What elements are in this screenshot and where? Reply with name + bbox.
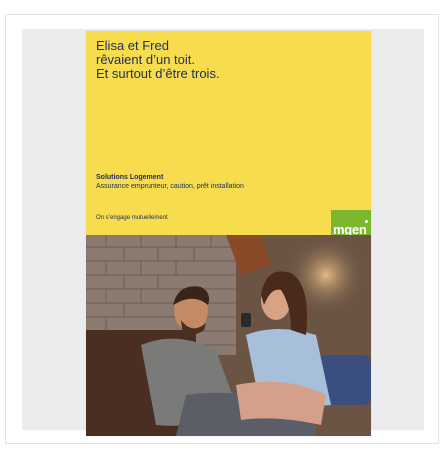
photo-illustration <box>86 235 371 436</box>
headline-line-3: Et surtout d’être trois. <box>96 66 220 81</box>
solutions-title: Solutions Logement <box>96 174 164 181</box>
logo-dot-icon <box>365 220 368 223</box>
solutions-block: Solutions Logement Assurance emprunteur,… <box>96 173 244 191</box>
engagement-tagline: On s’engage mutuellement <box>96 215 168 221</box>
cover-headline: Elisa et Fred rêvaient d’un toit. Et sur… <box>96 39 346 81</box>
headline-line-2: rêvaient d’un toit. <box>96 52 196 67</box>
coffee-cup <box>241 313 251 327</box>
page: Elisa et Fred rêvaient d’un toit. Et sur… <box>0 0 444 449</box>
brochure-cover[interactable]: Elisa et Fred rêvaient d’un toit. Et sur… <box>86 31 371 436</box>
headline-line-1: Elisa et Fred <box>96 38 169 53</box>
solutions-subtitle: Assurance emprunteur, caution, prêt inst… <box>96 183 244 190</box>
couple-photo <box>86 235 371 436</box>
